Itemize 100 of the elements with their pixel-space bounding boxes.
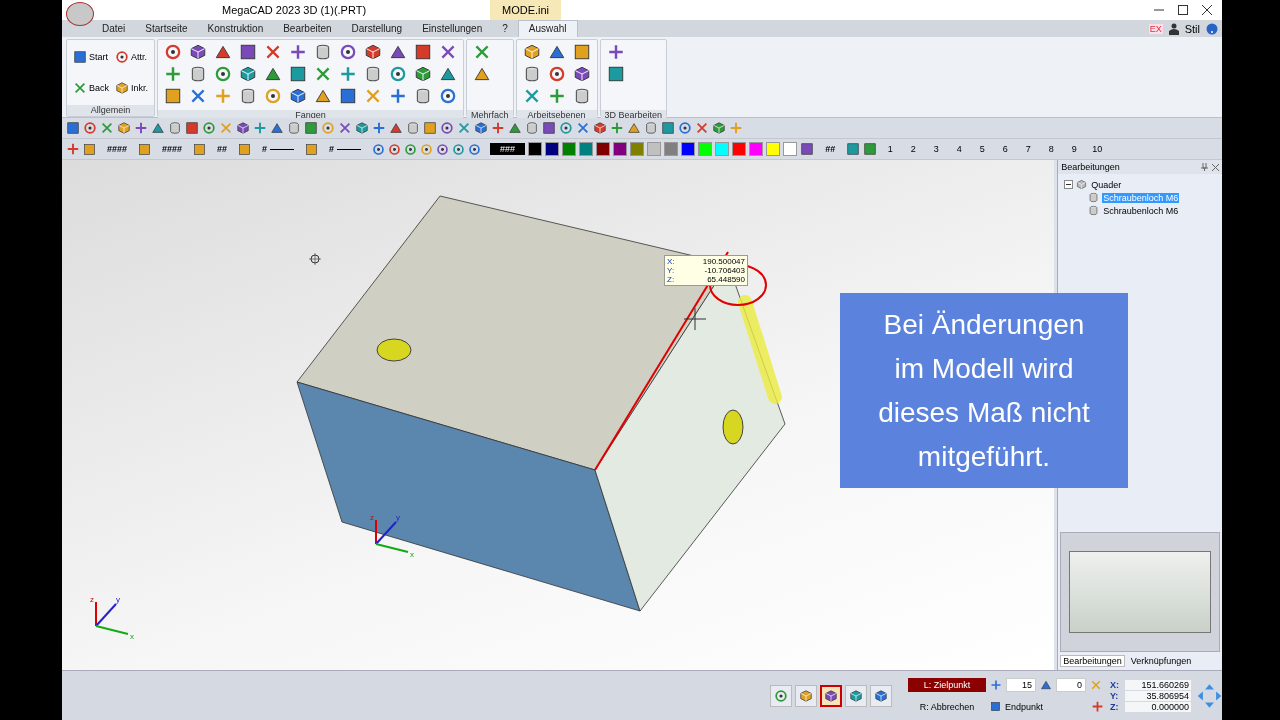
triangle-icon[interactable] bbox=[214, 43, 233, 61]
triangle-icon[interactable] bbox=[627, 121, 641, 135]
circle-icon[interactable] bbox=[404, 142, 418, 156]
triangle-icon[interactable] bbox=[270, 121, 284, 135]
triangle-icon[interactable] bbox=[151, 121, 165, 135]
cube-icon[interactable] bbox=[239, 65, 258, 83]
cylinder-icon[interactable] bbox=[1088, 192, 1100, 203]
snap-mode-label[interactable]: Endpunkt bbox=[1005, 701, 1044, 712]
mode-button[interactable] bbox=[870, 684, 892, 707]
coordinate-field[interactable]: 0.000000 bbox=[1125, 701, 1192, 712]
plus-icon[interactable] bbox=[1091, 700, 1105, 713]
layer-button[interactable]: 8 bbox=[1041, 144, 1062, 154]
pin-icon[interactable] bbox=[1201, 163, 1208, 171]
plus-icon[interactable] bbox=[547, 87, 566, 105]
cylinder-icon[interactable] bbox=[644, 121, 658, 135]
square-icon[interactable] bbox=[73, 49, 87, 64]
menu-tab[interactable]: Konstruktion bbox=[197, 21, 274, 37]
triangle-icon[interactable] bbox=[1040, 678, 1052, 691]
square-icon[interactable] bbox=[339, 87, 358, 105]
square-icon[interactable] bbox=[542, 121, 556, 135]
square-icon[interactable] bbox=[193, 142, 207, 156]
circle-icon[interactable] bbox=[439, 87, 458, 105]
panel-tab[interactable]: Verknüpfungen bbox=[1128, 655, 1194, 667]
cross-icon[interactable] bbox=[338, 121, 352, 135]
ribbon-button[interactable]: Attr. bbox=[115, 43, 149, 71]
color-swatch[interactable] bbox=[630, 142, 645, 156]
circle-icon[interactable] bbox=[115, 49, 129, 64]
mode-button[interactable] bbox=[795, 684, 817, 707]
plus-icon[interactable] bbox=[289, 43, 308, 61]
cylinder-icon[interactable] bbox=[406, 121, 420, 135]
format-field[interactable]: # bbox=[254, 144, 303, 154]
triangle-icon[interactable] bbox=[264, 65, 283, 83]
square-icon[interactable] bbox=[239, 43, 258, 61]
help-icon[interactable] bbox=[1206, 22, 1218, 35]
cube-icon[interactable] bbox=[712, 121, 726, 135]
square-icon[interactable] bbox=[66, 121, 80, 135]
exchange-badge[interactable]: EX bbox=[1148, 23, 1163, 34]
ribbon-button[interactable]: Start bbox=[73, 43, 109, 71]
square-icon[interactable] bbox=[414, 43, 433, 61]
square-icon[interactable] bbox=[990, 701, 1001, 712]
plus-icon[interactable] bbox=[253, 121, 267, 135]
color-swatch[interactable] bbox=[528, 142, 543, 156]
circle-icon[interactable] bbox=[264, 87, 283, 105]
layer-field[interactable]: ## bbox=[817, 144, 844, 154]
plus-icon[interactable] bbox=[606, 43, 625, 61]
color-swatch[interactable] bbox=[596, 142, 611, 156]
square-icon[interactable] bbox=[863, 142, 878, 156]
current-color-field[interactable]: ### bbox=[490, 143, 526, 155]
plus-icon[interactable] bbox=[389, 87, 408, 105]
plus-icon[interactable] bbox=[66, 142, 80, 156]
user-icon[interactable] bbox=[1168, 22, 1179, 35]
triangle-icon[interactable] bbox=[389, 43, 408, 61]
plus-icon[interactable] bbox=[372, 121, 386, 135]
coordinate-field[interactable]: 151.660269 bbox=[1125, 679, 1192, 690]
menu-tab[interactable]: Startseite bbox=[135, 21, 198, 37]
plus-icon[interactable] bbox=[990, 678, 1002, 691]
color-swatch[interactable] bbox=[783, 142, 798, 156]
circle-icon[interactable] bbox=[436, 142, 450, 156]
color-swatch[interactable] bbox=[698, 142, 713, 156]
triangle-icon[interactable] bbox=[508, 121, 522, 135]
triangle-icon[interactable] bbox=[314, 87, 333, 105]
cube-icon[interactable] bbox=[115, 81, 129, 96]
format-field[interactable]: # bbox=[321, 144, 370, 154]
square-icon[interactable] bbox=[138, 142, 152, 156]
cylinder-icon[interactable] bbox=[287, 121, 301, 135]
panel-tab[interactable]: Bearbeitungen bbox=[1060, 655, 1125, 667]
menu-tab[interactable]: Auswahl bbox=[517, 20, 578, 37]
plus-icon[interactable] bbox=[164, 65, 183, 83]
square-icon[interactable] bbox=[83, 142, 96, 156]
cross-icon[interactable] bbox=[457, 121, 471, 135]
layer-button[interactable]: 5 bbox=[972, 144, 993, 154]
square-icon[interactable] bbox=[661, 121, 675, 135]
circle-icon[interactable] bbox=[468, 142, 482, 156]
layer-button[interactable]: 10 bbox=[1087, 144, 1108, 154]
square-icon[interactable] bbox=[572, 43, 591, 61]
circle-icon[interactable] bbox=[389, 65, 408, 83]
tree-item[interactable]: Schraubenloch M6 bbox=[1102, 205, 1180, 216]
color-swatch[interactable] bbox=[715, 142, 730, 156]
color-swatch[interactable] bbox=[766, 142, 781, 156]
square-icon[interactable] bbox=[305, 142, 319, 156]
layer-button[interactable]: 3 bbox=[926, 144, 947, 154]
cube-icon[interactable] bbox=[593, 121, 607, 135]
cube-icon[interactable] bbox=[236, 121, 250, 135]
square-icon[interactable] bbox=[304, 121, 318, 135]
color-swatch[interactable] bbox=[681, 142, 696, 156]
circle-icon[interactable] bbox=[678, 121, 692, 135]
menu-tab[interactable]: Bearbeiten bbox=[273, 21, 342, 37]
square-icon[interactable] bbox=[800, 142, 815, 156]
menu-tab[interactable]: ? bbox=[492, 21, 518, 37]
coordinate-field[interactable]: 35.806954 bbox=[1125, 690, 1192, 701]
cube-icon[interactable] bbox=[117, 121, 131, 135]
circle-icon[interactable] bbox=[164, 43, 183, 61]
maximize-icon[interactable] bbox=[1178, 5, 1188, 15]
cube-icon[interactable] bbox=[572, 65, 591, 83]
color-swatch[interactable] bbox=[579, 142, 594, 156]
circle-icon[interactable] bbox=[83, 121, 97, 135]
cube-icon[interactable] bbox=[474, 121, 488, 135]
angle-field[interactable]: 0 bbox=[1056, 677, 1086, 692]
circle-icon[interactable] bbox=[547, 65, 566, 83]
plus-icon[interactable] bbox=[610, 121, 624, 135]
